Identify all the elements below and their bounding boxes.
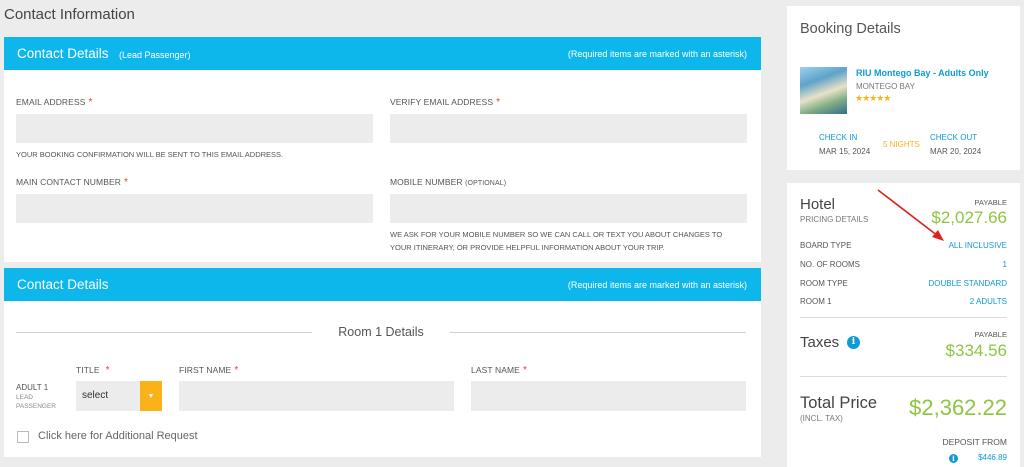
lead-passenger-subtitle: (Lead Passenger) [119,49,191,60]
hotel-price-title: Hotel [800,196,836,213]
email-label: EMAIL ADDRESS * [16,97,93,108]
booking-details-title: Booking Details [800,21,901,37]
mobile-hint: WE ASK FOR YOUR MOBILE NUMBER SO WE CAN … [390,230,723,252]
email-field[interactable] [16,114,373,143]
title-select-value: select [82,390,109,401]
pricing-details-label: PRICING DETAILS [800,215,869,224]
check-out-date: MAR 20, 2024 [930,147,982,156]
room-details-panel: Contact Details (Required items are mark… [4,268,761,457]
hotel-city: MONTEGO BAY [856,82,915,91]
email-hint: YOUR BOOKING CONFIRMATION WILL BE SENT T… [16,150,284,159]
mobile-label: MOBILE NUMBER (OPTIONAL) [390,177,507,187]
taxes-amount: $334.56 [945,341,1007,360]
hotel-amount: $2,027.66 [931,208,1007,227]
room-type-value[interactable]: DOUBLE STANDARD [928,279,1007,288]
pricing-card: Hotel PRICING DETAILS PAYABLE $2,027.66 … [787,183,1020,467]
hotel-image [800,67,847,114]
main-contact-field[interactable] [16,194,373,223]
booking-details-card: Booking Details RIU Montego Bay - Adults… [787,6,1020,170]
title-label: TITLE * [76,365,110,376]
star-rating-icon: ★★★★★ [855,93,891,103]
room-required-note: (Required items are marked with an aster… [567,279,747,290]
mobile-field[interactable] [390,194,747,223]
board-type-value[interactable]: ALL INCLUSIVE [949,241,1007,250]
required-note: (Required items are marked with an aster… [567,48,747,59]
total-amount: $2,362.22 [909,395,1007,420]
check-in-label: CHECK IN [819,133,858,142]
additional-request-label[interactable]: Click here for Additional Request [38,430,198,442]
chevron-down-icon[interactable]: ▼ [140,381,162,411]
last-name-field[interactable] [471,381,746,411]
room-1-value[interactable]: 2 ADULTS [970,297,1007,306]
deposit-amount[interactable]: $446.89 [978,453,1007,462]
page-heading: Contact Information [4,6,135,23]
first-name-label: FIRST NAME * [179,365,239,376]
check-out-label: CHECK OUT [930,133,978,142]
main-contact-label: MAIN CONTACT NUMBER * [16,177,129,188]
lead-passenger-label: LEAD PASSENGER [16,394,56,410]
room-panel-title: Contact Details [17,277,109,292]
additional-request-checkbox[interactable] [17,431,29,443]
hotel-name[interactable]: RIU Montego Bay - Adults Only [856,68,989,78]
adult-1-label: ADULT 1 [16,383,49,392]
check-in-date: MAR 15, 2024 [819,147,871,156]
room-1-title: Room 1 Details [338,325,424,339]
deposit-info-icon[interactable]: i [949,454,958,463]
taxes-title: Taxes [800,334,840,351]
title-select[interactable]: select ▼ [76,381,162,411]
contact-details-title: Contact Details [17,45,109,61]
rooms-count-label: NO. OF ROOMS [800,260,860,269]
hotel-payable-label: PAYABLE [974,198,1007,207]
first-name-field[interactable] [179,381,454,411]
rooms-count-value: 1 [1002,260,1007,269]
nights-count: 5 NIGHTS [883,140,920,149]
deposit-label: DEPOSIT FROM [942,437,1007,447]
room-type-label: ROOM TYPE [800,279,848,288]
taxes-payable-label: PAYABLE [974,330,1007,339]
incl-tax-label: (INCL. TAX) [800,414,843,423]
verify-email-label: VERIFY EMAIL ADDRESS * [390,97,501,108]
room-1-label: ROOM 1 [800,297,832,306]
last-name-label: LAST NAME * [471,365,527,376]
pricing-divider [800,317,1007,318]
taxes-info-icon[interactable]: i [847,336,860,349]
contact-details-header: Contact Details (Lead Passenger) (Requir… [4,37,761,70]
room-divider-left [16,332,312,333]
total-price-title: Total Price [800,394,878,412]
verify-email-field[interactable] [390,114,747,143]
room-details-header: Contact Details (Required items are mark… [4,268,761,301]
board-type-label: BOARD TYPE [800,241,852,250]
room-divider-right [450,332,746,333]
taxes-divider [800,376,1007,377]
